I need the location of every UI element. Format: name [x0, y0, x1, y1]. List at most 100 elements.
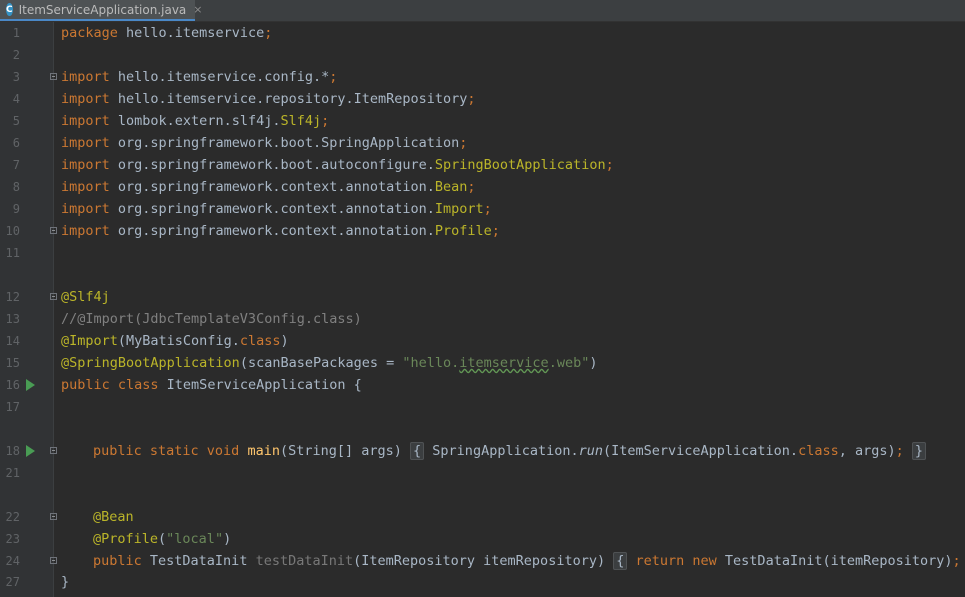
fold-marker-icon[interactable]: [50, 293, 57, 300]
code-token: import: [61, 179, 110, 195]
code-token: @SpringBootApplication: [61, 355, 240, 371]
code-token: public class: [61, 377, 159, 393]
code-token: Bean: [434, 179, 468, 195]
fold-marker-icon[interactable]: [50, 513, 57, 520]
run-gutter-icon[interactable]: [26, 379, 35, 391]
code-token: import: [61, 135, 110, 151]
code-token: Import: [434, 201, 484, 217]
code-token: (MyBatisConfig.: [117, 333, 240, 349]
code-text[interactable]: public TestDataInit testDataInit(ItemRep…: [93, 550, 965, 572]
code-token: org.springframework.context.annotation.: [109, 201, 435, 217]
code-text[interactable]: import lombok.extern.slf4j.Slf4j;: [61, 110, 329, 132]
code-token: ;: [483, 201, 492, 217]
line-number: 3: [12, 70, 20, 84]
code-token: (ItemRepository itemRepository): [353, 553, 606, 569]
code-text[interactable]: import org.springframework.context.annot…: [61, 198, 492, 220]
code-line: 24 public TestDataInit testDataInit(ItemR…: [0, 550, 965, 572]
run-gutter-icon[interactable]: [26, 445, 35, 457]
code-line: 17: [0, 396, 965, 418]
code-text[interactable]: @Bean: [93, 506, 134, 528]
code-text[interactable]: @Import(MyBatisConfig.class): [61, 330, 289, 352]
code-token: ;: [459, 135, 468, 151]
usage-hint-row: [0, 418, 965, 440]
code-token: lombok.extern.slf4j.: [109, 113, 281, 129]
close-tab-icon[interactable]: ×: [193, 3, 202, 16]
line-number: 7: [12, 158, 20, 172]
code-text[interactable]: @Slf4j: [61, 286, 110, 308]
code-line: 5 import lombok.extern.slf4j.Slf4j;: [0, 110, 965, 132]
code-token: itemservice: [459, 355, 549, 371]
code-line: 11: [0, 242, 965, 264]
code-token: import: [61, 69, 110, 85]
line-number: 13: [5, 312, 20, 326]
code-token: testDataInit: [255, 553, 354, 569]
code-text[interactable]: //@Import(JdbcTemplateV3Config.class): [61, 308, 362, 330]
code-token: @Bean: [93, 509, 134, 525]
code-token: ;: [264, 25, 273, 41]
code-token: @Slf4j: [61, 289, 110, 305]
code-token: import: [61, 157, 110, 173]
java-class-icon: C: [6, 3, 13, 16]
line-number: 1: [12, 26, 20, 40]
fold-marker-icon[interactable]: [50, 227, 57, 234]
code-token: , args): [838, 443, 896, 459]
code-text[interactable]: @SpringBootApplication(scanBasePackages …: [61, 352, 597, 374]
code-line: 22 @Bean: [0, 506, 965, 528]
code-text[interactable]: @Profile("local"): [93, 528, 231, 550]
code-line: 9 import org.springframework.context.anno…: [0, 198, 965, 220]
fold-marker-icon[interactable]: [50, 447, 57, 454]
line-number: 17: [5, 400, 20, 414]
code-line: 13 //@Import(JdbcTemplateV3Config.class): [0, 308, 965, 330]
code-text[interactable]: public static void main(String[] args) {…: [93, 440, 927, 462]
code-token: ItemServiceApplication {: [158, 377, 362, 393]
code-token: (ItemServiceApplication.: [603, 443, 799, 459]
code-token: @Profile: [93, 531, 159, 547]
code-token: }: [61, 574, 70, 590]
code-text[interactable]: import org.springframework.boot.autoconf…: [61, 154, 614, 176]
line-number: 27: [5, 575, 20, 589]
code-token: hello.itemservice.config.*: [109, 69, 330, 85]
code-line: 18 public static void main(String[] args)…: [0, 440, 965, 462]
code-line: 6 import org.springframework.boot.SpringA…: [0, 132, 965, 154]
code-token: import: [61, 113, 110, 129]
tab-item-service-application[interactable]: C ItemServiceApplication.java ×: [0, 0, 203, 21]
code-line: 16 public class ItemServiceApplication {: [0, 374, 965, 396]
fold-marker-icon[interactable]: [50, 557, 57, 564]
code-text[interactable]: import org.springframework.context.annot…: [61, 176, 476, 198]
code-token: import: [61, 201, 110, 217]
code-token: package: [61, 25, 118, 41]
code-token: (scanBasePackages =: [239, 355, 403, 371]
line-number: 24: [5, 554, 20, 568]
code-text[interactable]: import org.springframework.boot.SpringAp…: [61, 132, 467, 154]
code-token: public static void: [93, 443, 240, 459]
code-line: 3 import hello.itemservice.config.*;: [0, 66, 965, 88]
fold-marker-icon[interactable]: [50, 73, 57, 80]
code-token: ): [589, 355, 598, 371]
code-token: org.springframework.boot.SpringApplicati…: [109, 135, 460, 151]
code-token: TestDataInit(itemRepository): [716, 553, 953, 569]
code-line: 27}: [0, 571, 965, 593]
code-text[interactable]: import hello.itemservice.config.*;: [61, 66, 337, 88]
code-token: ;: [467, 179, 476, 195]
code-text[interactable]: public class ItemServiceApplication {: [61, 374, 362, 396]
code-token: import: [61, 91, 110, 107]
code-token: Profile: [434, 223, 492, 239]
code-text[interactable]: import org.springframework.context.annot…: [61, 220, 500, 242]
code-token: {: [613, 552, 628, 570]
code-token: "local": [166, 531, 224, 547]
code-token: ;: [321, 113, 330, 129]
line-number: 4: [12, 92, 20, 106]
code-line: 12 @Slf4j: [0, 286, 965, 308]
code-text[interactable]: }: [61, 571, 69, 593]
code-token: TestDataInit: [141, 553, 256, 569]
code-token: main: [247, 443, 280, 459]
code-token: class: [798, 443, 839, 459]
line-number: 2: [12, 48, 20, 62]
line-number: 14: [5, 334, 20, 348]
line-number: 5: [12, 114, 20, 128]
code-text[interactable]: import hello.itemservice.repository.Item…: [61, 88, 476, 110]
code-text[interactable]: package hello.itemservice;: [61, 22, 272, 44]
